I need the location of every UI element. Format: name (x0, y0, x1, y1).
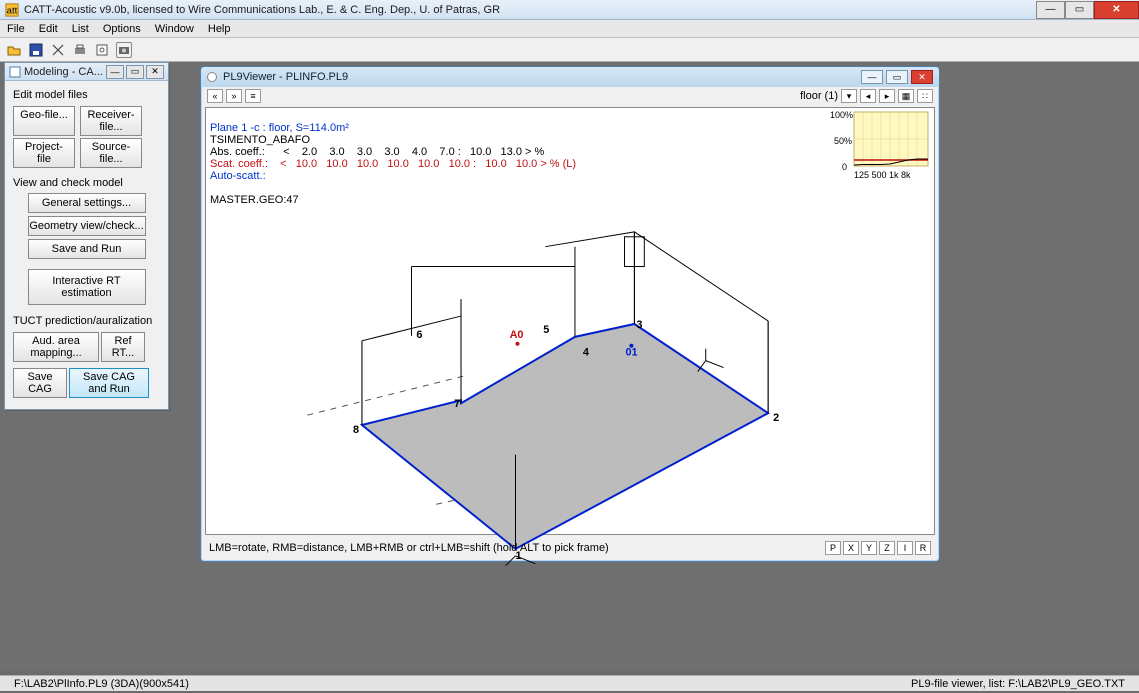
view-r-button[interactable]: R (915, 541, 931, 555)
section-view-label: View and check model (13, 177, 160, 189)
svg-text:5: 5 (543, 324, 549, 336)
svg-text:2: 2 (773, 412, 779, 424)
viewer-icon (207, 72, 217, 82)
app-title: CATT-Acoustic v9.0b, licensed to Wire Co… (24, 4, 1036, 16)
save-cag-and-run-button[interactable]: Save CAG and Run (69, 368, 149, 398)
status-taskbar: F:\LAB2\PlInfo.PL9 (3DA)(900x541) PL9-fi… (0, 675, 1139, 691)
palette-close-button[interactable]: ✕ (146, 65, 164, 79)
menu-list[interactable]: List (70, 23, 91, 35)
geometry-view-button[interactable]: Geometry view/check... (28, 216, 146, 236)
taskbar-left: F:\LAB2\PlInfo.PL9 (3DA)(900x541) (6, 678, 197, 690)
svg-text:4: 4 (583, 347, 589, 359)
viewer-maximize-button[interactable]: ▭ (886, 70, 908, 84)
svg-text:3: 3 (636, 319, 642, 331)
menu-file[interactable]: File (5, 23, 27, 35)
preview-icon[interactable] (94, 42, 110, 58)
toolbar (0, 38, 1139, 62)
section-edit-label: Edit model files (13, 89, 160, 101)
menu-window[interactable]: Window (153, 23, 196, 35)
interactive-rt-button[interactable]: Interactive RT estimation (28, 269, 146, 305)
svg-text:6: 6 (416, 329, 422, 341)
viewer-title: PL9Viewer - PLINFO.PL9 (223, 71, 858, 83)
window-minimize-button[interactable] (1036, 1, 1065, 19)
view-mode-buttons: P X Y Z I R (825, 541, 931, 555)
nav-next-button[interactable]: » (226, 89, 242, 103)
svg-text:att: att (7, 5, 18, 16)
svg-text:7: 7 (454, 398, 460, 410)
palette-minimize-button[interactable]: — (106, 65, 124, 79)
palette-maximize-button[interactable]: ▭ (126, 65, 144, 79)
section-tuct-label: TUCT prediction/auralization (13, 315, 160, 327)
menu-options[interactable]: Options (101, 23, 143, 35)
pl9-viewer-window: PL9Viewer - PLINFO.PL9 — ▭ ✕ « » ≡ floor… (200, 66, 940, 562)
camera-icon[interactable] (116, 42, 132, 58)
menu-edit[interactable]: Edit (37, 23, 60, 35)
mdi-area: Modeling - CA... — ▭ ✕ Edit model files … (0, 62, 1139, 671)
nav-first-button[interactable]: « (207, 89, 223, 103)
open-icon[interactable] (6, 42, 22, 58)
toggle-dots-button[interactable]: ∷ (917, 89, 933, 103)
ref-rt-button[interactable]: Ref RT... (101, 332, 145, 362)
window-maximize-button[interactable] (1065, 1, 1094, 19)
nav-list-button[interactable]: ≡ (245, 89, 261, 103)
floor-label: floor (1) (800, 90, 838, 102)
view-x-button[interactable]: X (843, 541, 859, 555)
taskbar-right: PL9-file viewer, list: F:\LAB2\PL9_GEO.T… (903, 678, 1133, 690)
palette-icon (9, 66, 21, 78)
save-cag-button[interactable]: Save CAG (13, 368, 67, 398)
dropdown-icon[interactable]: ▾ (841, 89, 857, 103)
menubar: File Edit List Options Window Help (0, 20, 1139, 38)
svg-text:8: 8 (353, 424, 359, 436)
viewer-close-button[interactable]: ✕ (911, 70, 933, 84)
svg-text:01: 01 (625, 347, 637, 359)
palette-title: Modeling - CA... (24, 66, 104, 78)
viewer-hint: LMB=rotate, RMB=distance, LMB+RMB or ctr… (209, 542, 825, 554)
source-marker: A0 (510, 329, 524, 346)
geo-file-button[interactable]: Geo-file... (13, 106, 75, 136)
view-i-button[interactable]: I (897, 541, 913, 555)
prev-plane-button[interactable]: ◂ (860, 89, 876, 103)
source-file-button[interactable]: Source-file... (80, 138, 142, 168)
view-p-button[interactable]: P (825, 541, 841, 555)
window-close-button[interactable] (1094, 1, 1139, 19)
next-plane-button[interactable]: ▸ (879, 89, 895, 103)
receiver-marker: 01 (625, 344, 637, 359)
viewer-minimize-button[interactable]: — (861, 70, 883, 84)
view-z-button[interactable]: Z (879, 541, 895, 555)
toggle-grid-button[interactable]: ▦ (898, 89, 914, 103)
cut-icon[interactable] (50, 42, 66, 58)
project-file-button[interactable]: Project-file (13, 138, 75, 168)
print-icon[interactable] (72, 42, 88, 58)
save-and-run-button[interactable]: Save and Run (28, 239, 146, 259)
viewer-canvas[interactable]: Plane 1 -c : floor, S=114.0m² TSIMENTO_A… (205, 107, 935, 535)
titlebar: att CATT-Acoustic v9.0b, licensed to Wir… (0, 0, 1139, 20)
menu-help[interactable]: Help (206, 23, 233, 35)
receiver-file-button[interactable]: Receiver-file... (80, 106, 142, 136)
general-settings-button[interactable]: General settings... (28, 193, 146, 213)
view-y-button[interactable]: Y (861, 541, 877, 555)
app-icon: att (5, 3, 19, 17)
modeling-palette: Modeling - CA... — ▭ ✕ Edit model files … (4, 62, 169, 410)
geometry-3d-view: 54 32 18 76 A0 01 (206, 108, 934, 534)
aud-area-mapping-button[interactable]: Aud. area mapping... (13, 332, 99, 362)
save-icon[interactable] (28, 42, 44, 58)
svg-text:A0: A0 (510, 329, 524, 341)
